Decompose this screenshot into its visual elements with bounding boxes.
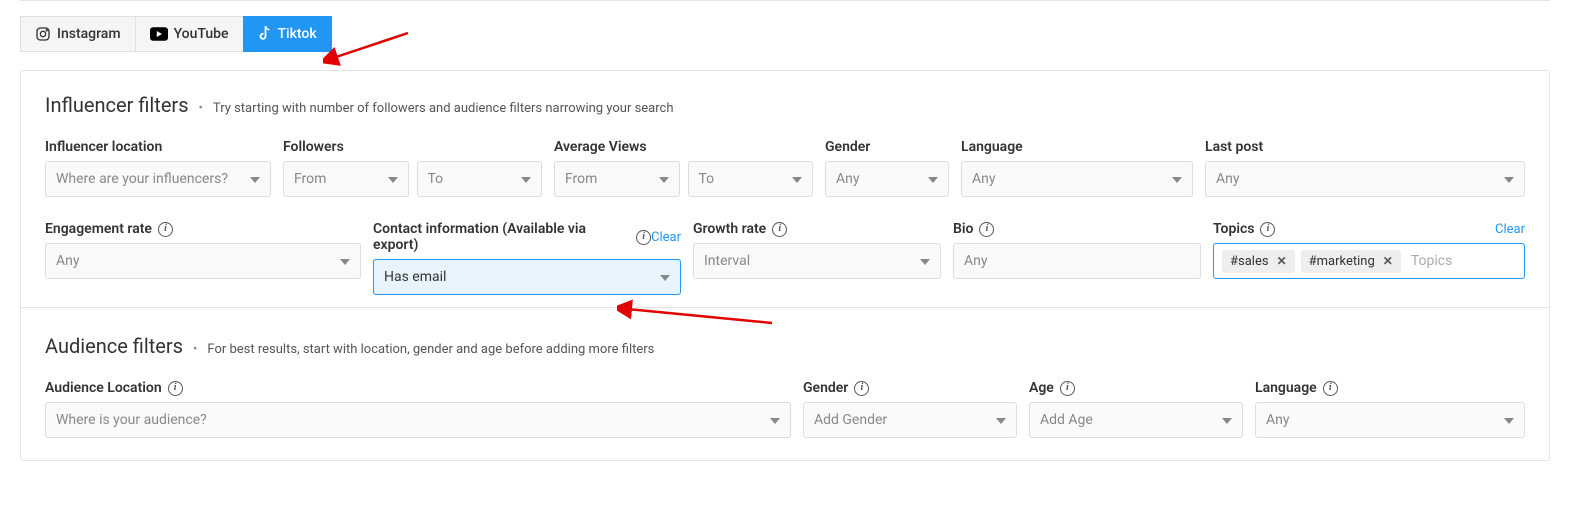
contact-info-label: Contact information (Available via expor… [373, 221, 651, 253]
gender-select[interactable]: Any [825, 161, 949, 197]
growth-rate-select[interactable]: Interval [693, 243, 941, 279]
topics-label: Topics i [1213, 221, 1275, 237]
info-icon[interactable]: i [636, 230, 651, 245]
contact-clear-link[interactable]: Clear [651, 230, 681, 245]
chevron-down-icon [770, 412, 780, 428]
growth-rate-label: Growth rate i [693, 221, 941, 237]
chevron-down-icon [1222, 412, 1232, 428]
topic-chip: #marketing ✕ [1301, 250, 1401, 273]
tiktok-icon [258, 26, 272, 42]
chevron-down-icon [996, 412, 1006, 428]
platform-tabs: Instagram YouTube Tiktok [0, 16, 1570, 70]
info-icon[interactable]: i [1060, 381, 1075, 396]
tab-label: Tiktok [278, 26, 317, 42]
audience-location-label: Audience Location i [45, 380, 791, 396]
chevron-down-icon [1172, 171, 1182, 187]
language-select[interactable]: Any [961, 161, 1193, 197]
followers-label: Followers [283, 139, 542, 155]
influencer-filters-title: Influencer filters [45, 93, 189, 117]
tab-label: YouTube [174, 26, 229, 42]
language-label: Language [961, 139, 1193, 155]
chevron-down-icon [388, 171, 398, 187]
chevron-down-icon [659, 171, 669, 187]
audience-filters-header: Audience filters • For best results, sta… [45, 334, 1525, 358]
last-post-select[interactable]: Any [1205, 161, 1525, 197]
gender-label: Gender [825, 139, 949, 155]
topic-chip: #sales ✕ [1222, 250, 1295, 273]
chip-remove-icon[interactable]: ✕ [1383, 254, 1393, 268]
audience-gender-select[interactable]: Add Gender [803, 402, 1017, 438]
info-icon[interactable]: i [772, 222, 787, 237]
chevron-down-icon [920, 253, 930, 269]
avg-views-label: Average Views [554, 139, 813, 155]
tab-label: Instagram [57, 26, 121, 42]
info-icon[interactable]: i [158, 222, 173, 237]
annotation-arrow-contact [617, 299, 777, 329]
influencer-location-label: Influencer location [45, 139, 271, 155]
chevron-down-icon [660, 269, 670, 285]
instagram-icon [35, 26, 51, 42]
tab-tiktok[interactable]: Tiktok [243, 16, 332, 52]
chevron-down-icon [340, 253, 350, 269]
audience-language-select[interactable]: Any [1255, 402, 1525, 438]
audience-location-select[interactable]: Where is your audience? [45, 402, 791, 438]
followers-to-select[interactable]: To [417, 161, 543, 197]
chevron-down-icon [928, 171, 938, 187]
section-divider [21, 307, 1549, 308]
tab-youtube[interactable]: YouTube [135, 16, 243, 52]
last-post-label: Last post [1205, 139, 1525, 155]
audience-filters-title: Audience filters [45, 334, 183, 358]
avg-views-to-select[interactable]: To [688, 161, 814, 197]
info-icon[interactable]: i [1323, 381, 1338, 396]
tab-instagram[interactable]: Instagram [20, 16, 135, 52]
topics-input[interactable]: #sales ✕ #marketing ✕ Topics [1213, 243, 1525, 279]
audience-language-label: Language i [1255, 380, 1525, 396]
top-divider [20, 0, 1550, 1]
audience-gender-label: Gender i [803, 380, 1017, 396]
engagement-rate-select[interactable]: Any [45, 243, 361, 279]
chevron-down-icon [250, 171, 260, 187]
chevron-down-icon [521, 171, 531, 187]
bio-input[interactable]: Any [953, 243, 1201, 279]
chevron-down-icon [1504, 412, 1514, 428]
info-icon[interactable]: i [168, 381, 183, 396]
info-icon[interactable]: i [979, 222, 994, 237]
influencer-filters-header: Influencer filters • Try starting with n… [45, 93, 1525, 117]
filters-panel: Influencer filters • Try starting with n… [20, 70, 1550, 461]
followers-from-select[interactable]: From [283, 161, 409, 197]
topics-placeholder: Topics [1407, 253, 1452, 269]
audience-filters-subtitle: For best results, start with location, g… [207, 342, 654, 357]
chevron-down-icon [792, 171, 802, 187]
contact-info-select[interactable]: Has email [373, 259, 681, 295]
chip-remove-icon[interactable]: ✕ [1277, 254, 1287, 268]
info-icon[interactable]: i [854, 381, 869, 396]
bio-label: Bio i [953, 221, 1201, 237]
audience-age-select[interactable]: Add Age [1029, 402, 1243, 438]
info-icon[interactable]: i [1260, 222, 1275, 237]
audience-age-label: Age i [1029, 380, 1243, 396]
avg-views-from-select[interactable]: From [554, 161, 680, 197]
influencer-filters-subtitle: Try starting with number of followers an… [213, 101, 674, 116]
influencer-location-select[interactable]: Where are your influencers? [45, 161, 271, 197]
engagement-rate-label: Engagement rate i [45, 221, 361, 237]
youtube-icon [150, 27, 168, 41]
chevron-down-icon [1504, 171, 1514, 187]
topics-clear-link[interactable]: Clear [1495, 222, 1525, 237]
